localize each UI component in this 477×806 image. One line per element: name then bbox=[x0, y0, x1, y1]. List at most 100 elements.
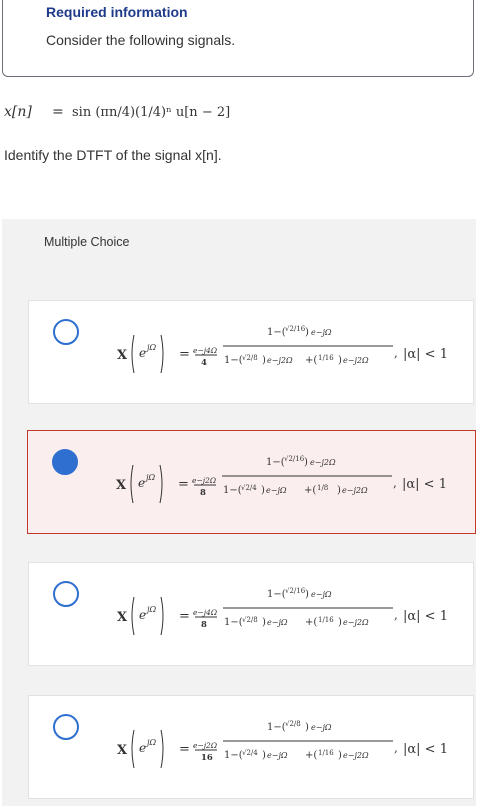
option-2-formula: Xe jΩ = e−j2Ω 8 1−(√2/16) e−j2Ω 1−(√2/4) e−jΩ +(1… bbox=[116, 443, 447, 523]
denominator-exponential-2: e−j2Ω bbox=[343, 356, 369, 365]
denominator-exponential-1: e−jΩ bbox=[267, 751, 288, 760]
denominator-open: 1−( bbox=[224, 617, 243, 628]
equals-sign: = bbox=[179, 347, 190, 362]
exp-base: e bbox=[139, 741, 146, 755]
denominator-open: 1−( bbox=[223, 485, 242, 496]
prefix-denominator: 8 bbox=[201, 620, 207, 630]
option-2[interactable]: Xe jΩ = e−j2Ω 8 1−(√2/16) e−j2Ω 1−(√2/4) e−jΩ +(1… bbox=[27, 430, 476, 534]
prefix-exponential: e−j4Ω bbox=[193, 608, 217, 617]
comma: , bbox=[394, 741, 398, 755]
option-3[interactable]: Xe jΩ = e−j4Ω 8 1−(√2/16) e−jΩ 1−(√2/8) e−jΩ +(1/… bbox=[28, 562, 474, 666]
dtft-expression: Xe jΩ = e−j2Ω161−(√2/8) e−jΩ1−(√2/4) e−jΩ +(1/… bbox=[117, 720, 448, 769]
prefix-denominator: 16 bbox=[201, 753, 213, 763]
denominator-exponential-2: e−j2Ω bbox=[343, 618, 369, 627]
option-4-formula: Xe jΩ = e−j2Ω 16 1−(√2/8) e−jΩ 1−(√2/4) e−jΩ +(1/… bbox=[117, 708, 448, 788]
exp-base: e bbox=[139, 608, 146, 622]
denominator-coefficient-1: √2/8 bbox=[242, 616, 258, 624]
radio-button-option-2[interactable] bbox=[52, 449, 78, 475]
exp-base: e bbox=[139, 346, 146, 360]
right-paren bbox=[160, 596, 164, 636]
info-text: Consider the following signals. bbox=[46, 32, 236, 48]
numerator-coefficient: √2/8 bbox=[285, 720, 301, 728]
convergence-condition: |α| < 1 bbox=[403, 742, 448, 757]
numerator-exponential: e−jΩ bbox=[311, 590, 332, 599]
option-3-formula: Xe jΩ = e−j4Ω 8 1−(√2/16) e−jΩ 1−(√2/8) e−jΩ +(1/… bbox=[117, 575, 448, 655]
convergence-condition: |α| < 1 bbox=[402, 477, 447, 492]
exp-power: jΩ bbox=[145, 738, 156, 747]
denominator-coefficient-2: 1/8 bbox=[317, 484, 328, 492]
convergence-condition: |α| < 1 bbox=[403, 609, 448, 624]
multiple-choice-label: Multiple Choice bbox=[44, 235, 130, 249]
right-paren bbox=[159, 464, 163, 504]
required-information-box: Required information Consider the follow… bbox=[2, 0, 474, 77]
option-1[interactable]: Xe jΩ = e−j4Ω 4 1−(√2/16) e−jΩ 1−(√2/8) e−j2Ω +(1… bbox=[28, 300, 474, 404]
dtft-symbol: X bbox=[117, 743, 128, 758]
right-paren bbox=[160, 729, 164, 769]
denominator-exponential-1: e−jΩ bbox=[266, 486, 287, 495]
numerator-close: ) bbox=[305, 722, 309, 733]
denominator-exponential-1: e−j2Ω bbox=[267, 356, 293, 365]
denominator-close-2: ) bbox=[338, 355, 342, 366]
left-paren bbox=[131, 729, 135, 769]
equals-sign: = bbox=[178, 477, 189, 492]
dtft-expression: Xe jΩ = e−j2Ω81−(√2/16) e−j2Ω1−(√2/4) e−jΩ +(1… bbox=[116, 455, 447, 504]
comma: , bbox=[394, 346, 398, 360]
numerator-close: ) bbox=[305, 589, 309, 600]
dtft-symbol: X bbox=[116, 478, 127, 493]
denominator-open: 1−( bbox=[224, 355, 243, 366]
denominator-coefficient-1: √2/8 bbox=[242, 354, 258, 362]
denominator-plus: +( bbox=[305, 355, 317, 366]
denominator-coefficient-2: 1/16 bbox=[318, 354, 334, 362]
denominator-coefficient-2: 1/16 bbox=[318, 616, 334, 624]
prefix-exponential: e−j2Ω bbox=[192, 476, 216, 485]
numerator-open: 1−( bbox=[266, 457, 285, 468]
equals-sign: = bbox=[179, 609, 190, 624]
denominator-coefficient-1: √2/4 bbox=[242, 749, 258, 757]
signal-lhs: x[n] bbox=[4, 104, 32, 120]
denominator-exponential-2: e−j2Ω bbox=[343, 751, 369, 760]
convergence-condition: |α| < 1 bbox=[403, 347, 448, 362]
prefix-exponential: e−j2Ω bbox=[193, 741, 217, 750]
numerator-close: ) bbox=[304, 457, 308, 468]
denominator-close-2: ) bbox=[338, 617, 342, 628]
multiple-choice-panel: Multiple Choice Xe jΩ = e−j4Ω 4 1−(√2/16) e−jΩ… bbox=[2, 219, 476, 806]
denominator-open: 1−( bbox=[224, 750, 243, 761]
prefix-exponential: e−j4Ω bbox=[193, 346, 217, 355]
signal-rhs: sin (πn/4)(1/4)ⁿ u[n − 2] bbox=[72, 105, 230, 120]
denominator-close-1: ) bbox=[262, 750, 266, 761]
left-paren bbox=[131, 334, 135, 374]
numerator-open: 1−( bbox=[267, 722, 286, 733]
comma: , bbox=[393, 476, 397, 490]
prefix-denominator: 8 bbox=[200, 488, 206, 498]
exp-power: jΩ bbox=[144, 473, 155, 482]
dtft-expression: Xe jΩ = e−j4Ω41−(√2/16) e−jΩ1−(√2/8) e−j2Ω +(1… bbox=[117, 325, 448, 374]
exp-base: e bbox=[138, 476, 145, 490]
prefix-denominator: 4 bbox=[201, 358, 207, 368]
denominator-exponential-2: e−j2Ω bbox=[342, 486, 368, 495]
denominator-close-1: ) bbox=[261, 485, 265, 496]
denominator-exponential-1: e−jΩ bbox=[267, 618, 288, 627]
left-paren bbox=[130, 464, 134, 504]
signal-equals: = bbox=[52, 104, 64, 120]
numerator-coefficient: √2/16 bbox=[285, 587, 306, 595]
comma: , bbox=[394, 608, 398, 622]
exp-power: jΩ bbox=[145, 343, 156, 352]
denominator-plus: +( bbox=[305, 750, 317, 761]
denominator-close-1: ) bbox=[262, 617, 266, 628]
option-4[interactable]: Xe jΩ = e−j2Ω 16 1−(√2/8) e−jΩ 1−(√2/4) e−jΩ +(1/… bbox=[28, 695, 474, 799]
radio-button-option-1[interactable] bbox=[53, 319, 79, 345]
numerator-exponential: e−jΩ bbox=[311, 328, 332, 337]
exp-power: jΩ bbox=[145, 605, 156, 614]
radio-button-option-4[interactable] bbox=[53, 714, 79, 740]
numerator-exponential: e−j2Ω bbox=[310, 458, 336, 467]
question-text: Identify the DTFT of the signal x[n]. bbox=[4, 147, 222, 163]
radio-button-option-3[interactable] bbox=[53, 581, 79, 607]
dtft-expression: Xe jΩ = e−j4Ω81−(√2/16) e−jΩ1−(√2/8) e−jΩ +(1/… bbox=[117, 587, 448, 636]
dtft-symbol: X bbox=[117, 610, 128, 625]
left-paren bbox=[131, 596, 135, 636]
numerator-open: 1−( bbox=[267, 589, 286, 600]
denominator-coefficient-2: 1/16 bbox=[318, 749, 334, 757]
denominator-coefficient-1: √2/4 bbox=[241, 484, 257, 492]
dtft-symbol: X bbox=[117, 348, 128, 363]
denominator-close-2: ) bbox=[338, 750, 342, 761]
